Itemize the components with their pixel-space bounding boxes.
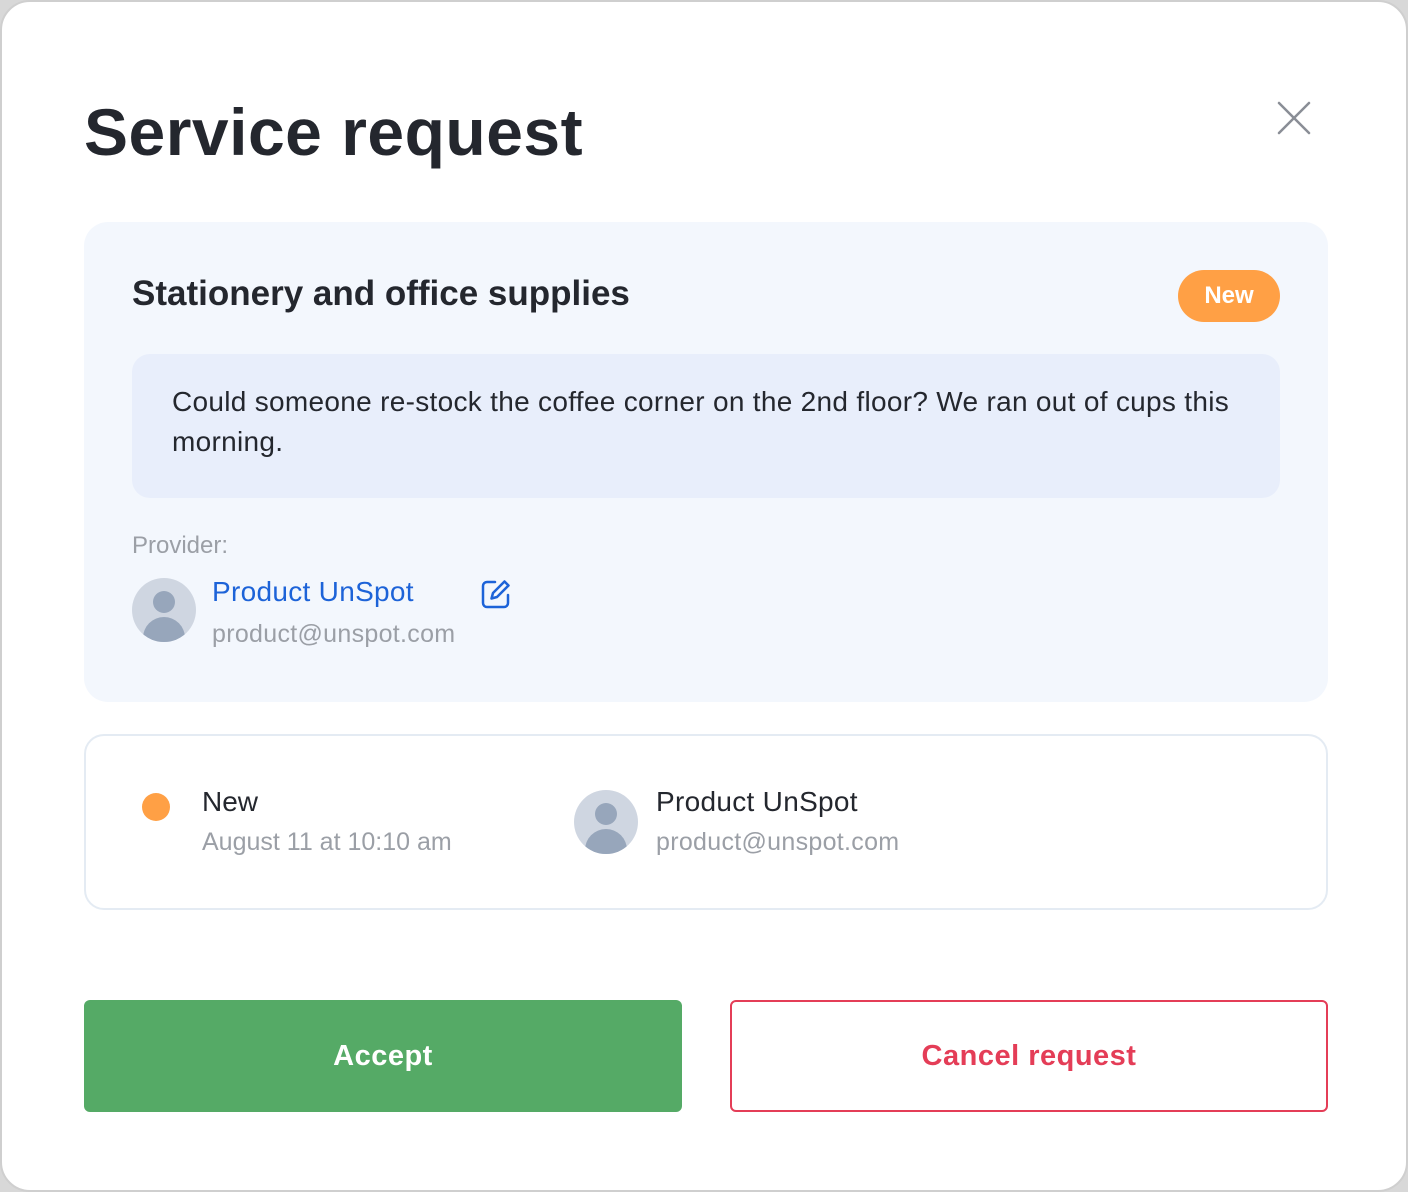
close-button[interactable] [1266,90,1322,146]
status-dot [142,793,170,821]
status-history-card: New August 11 at 10:10 am Product UnSpot… [84,734,1328,910]
provider-avatar [132,578,196,642]
provider-name-link[interactable]: Product UnSpot [212,576,414,608]
edit-icon[interactable] [480,578,512,610]
close-icon[interactable] [1266,90,1322,146]
request-message-box: Could someone re-stock the coffee corner… [132,354,1280,498]
edit-provider-button[interactable] [480,578,512,610]
avatar-body [585,829,627,854]
status-badge: New [1178,270,1280,322]
avatar-head [595,803,617,825]
history-user-email: product@unspot.com [656,828,900,856]
history-user-name: Product UnSpot [656,786,858,817]
service-request-modal: Service request Stationery and office su… [0,0,1408,1192]
provider-label: Provider: [132,532,229,559]
request-message: Could someone re-stock the coffee corner… [172,386,1230,457]
avatar-head [153,591,175,613]
cancel-request-button[interactable]: Cancel request [730,1000,1328,1112]
page-title: Service request [84,95,584,169]
request-card: Stationery and office supplies New Could… [84,222,1328,702]
history-user-avatar [574,790,638,854]
avatar-body [143,617,185,642]
history-date: August 11 at 10:10 am [202,828,452,856]
history-status: New [202,786,259,817]
provider-email: product@unspot.com [212,620,456,648]
accept-button[interactable]: Accept [84,1000,682,1112]
request-category: Stationery and office supplies [132,274,630,313]
